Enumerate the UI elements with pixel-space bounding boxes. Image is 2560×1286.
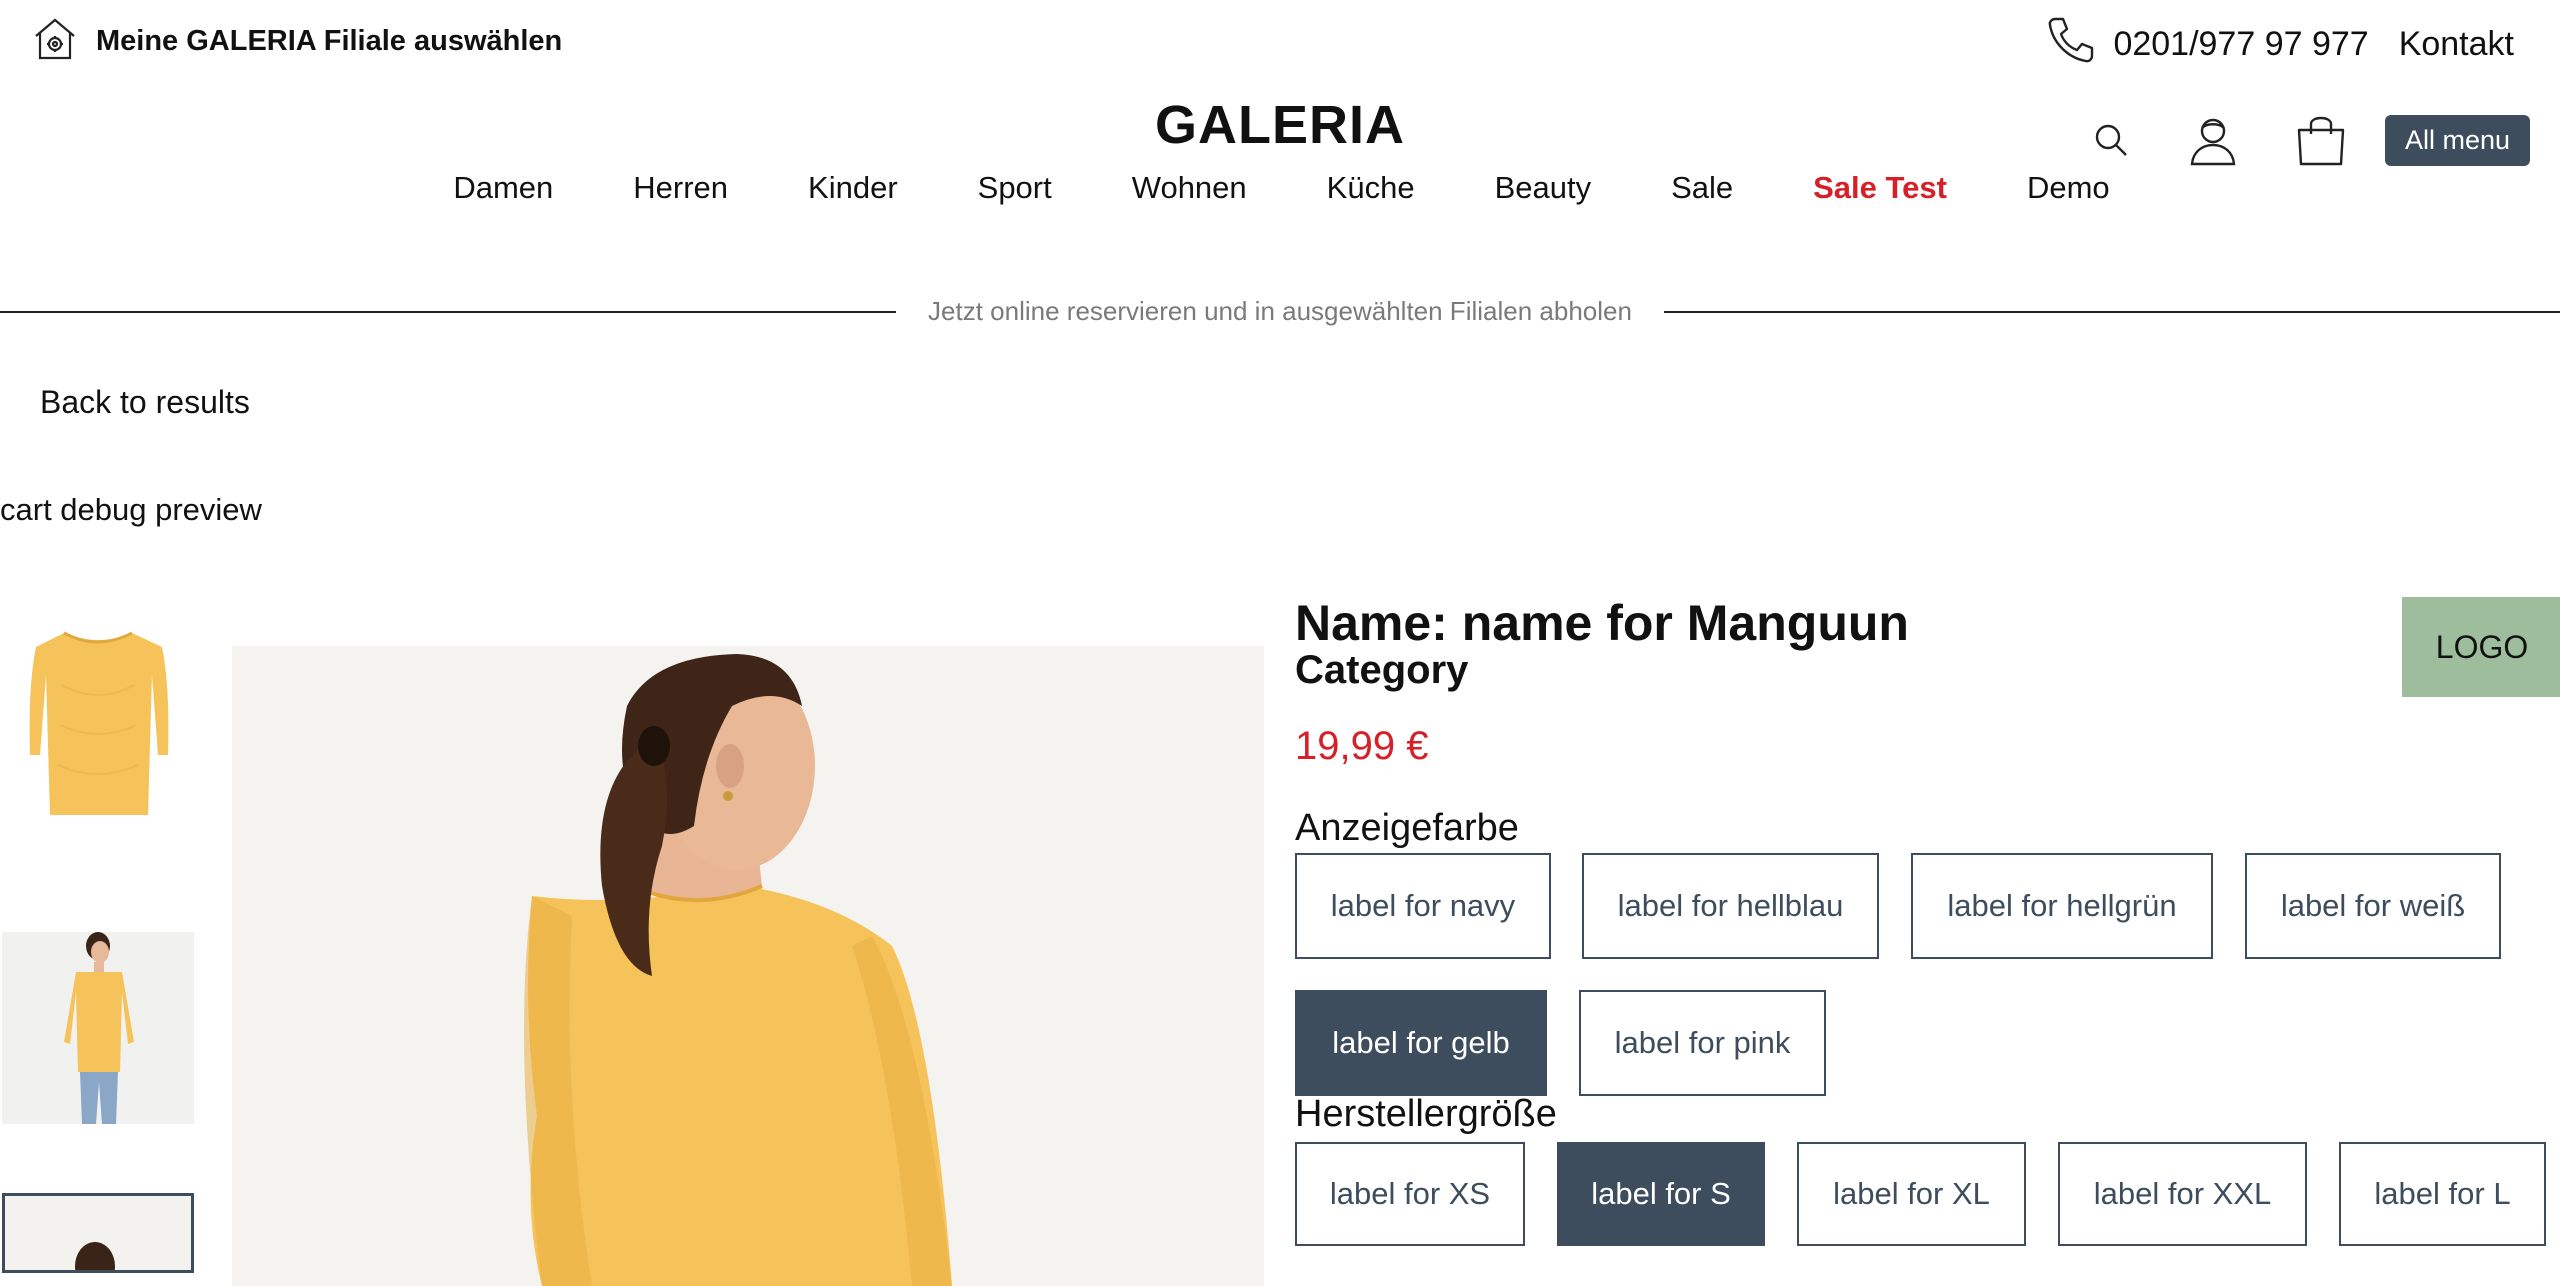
contact-link[interactable]: Kontakt bbox=[2399, 25, 2514, 64]
cart-debug-label: cart debug preview bbox=[0, 492, 262, 527]
size-option-xs[interactable]: label for XS bbox=[1295, 1142, 1525, 1246]
header-actions: All menu bbox=[2081, 110, 2530, 170]
size-option-s[interactable]: label for S bbox=[1557, 1142, 1765, 1246]
phone-icon bbox=[2045, 14, 2097, 75]
nav-item-sale[interactable]: Sale bbox=[1671, 170, 1733, 206]
nav-item-wohnen[interactable]: Wohnen bbox=[1132, 170, 1247, 206]
nav-item-demo[interactable]: Demo bbox=[2027, 170, 2110, 206]
divider-line bbox=[1663, 310, 2560, 313]
color-option-pink[interactable]: label for pink bbox=[1579, 990, 1826, 1096]
product-thumbnail[interactable] bbox=[2, 625, 194, 817]
store-picker-label: Meine GALERIA Filiale auswählen bbox=[96, 25, 563, 57]
brand-logo-placeholder: LOGO bbox=[2402, 597, 2560, 697]
search-icon[interactable] bbox=[2081, 110, 2141, 170]
divider-line bbox=[0, 310, 897, 313]
color-option-gelb[interactable]: label for gelb bbox=[1295, 990, 1547, 1096]
size-option-xxl[interactable]: label for XXL bbox=[2058, 1142, 2307, 1246]
color-option-hellblau[interactable]: label for hellblau bbox=[1582, 853, 1879, 959]
nav-item-sale-test[interactable]: Sale Test bbox=[1813, 170, 1947, 206]
color-option-weiss[interactable]: label for weiß bbox=[2245, 853, 2501, 959]
cart-icon[interactable] bbox=[2291, 110, 2351, 170]
product-thumbnail[interactable] bbox=[2, 932, 194, 1124]
all-menu-button[interactable]: All menu bbox=[2384, 114, 2530, 166]
back-to-results-link[interactable]: Back to results bbox=[40, 384, 250, 421]
product-main-image[interactable] bbox=[232, 646, 1264, 1286]
color-group-label: Anzeigefarbe bbox=[1295, 807, 1519, 849]
size-group-label: Herstellergröße bbox=[1295, 1093, 1557, 1135]
reservation-banner: Jetzt online reservieren und in ausgewäh… bbox=[0, 296, 2560, 327]
phone-link[interactable]: 0201/977 97 977 bbox=[2045, 14, 2369, 75]
store-icon bbox=[32, 16, 78, 67]
nav-item-beauty[interactable]: Beauty bbox=[1495, 170, 1592, 206]
color-option-hellgruen[interactable]: label for hellgrün bbox=[1911, 853, 2213, 959]
nav-item-damen[interactable]: Damen bbox=[453, 170, 553, 206]
nav-item-sport[interactable]: Sport bbox=[978, 170, 1052, 206]
product-name: Name: name for Manguun bbox=[1295, 595, 1909, 651]
reservation-banner-text: Jetzt online reservieren und in ausgewäh… bbox=[928, 296, 1632, 326]
product-category: Category bbox=[1295, 648, 1469, 692]
contact-area: 0201/977 97 977 Kontakt bbox=[2045, 14, 2514, 75]
size-option-xl[interactable]: label for XL bbox=[1797, 1142, 2026, 1246]
phone-number: 0201/977 97 977 bbox=[2113, 25, 2369, 63]
store-picker[interactable]: Meine GALERIA Filiale auswählen bbox=[32, 16, 562, 67]
nav-item-kinder[interactable]: Kinder bbox=[808, 170, 898, 206]
nav-item-herren[interactable]: Herren bbox=[633, 170, 728, 206]
product-price: 19,99 € bbox=[1295, 724, 1429, 768]
main-nav: Damen Herren Kinder Sport Wohnen Küche B… bbox=[0, 170, 2560, 206]
product-thumbnail-active[interactable] bbox=[2, 1193, 194, 1273]
nav-item-kueche[interactable]: Küche bbox=[1327, 170, 1415, 206]
color-option-navy[interactable]: label for navy bbox=[1295, 853, 1551, 959]
account-icon[interactable] bbox=[2183, 110, 2243, 170]
size-option-l[interactable]: label for L bbox=[2339, 1142, 2546, 1246]
